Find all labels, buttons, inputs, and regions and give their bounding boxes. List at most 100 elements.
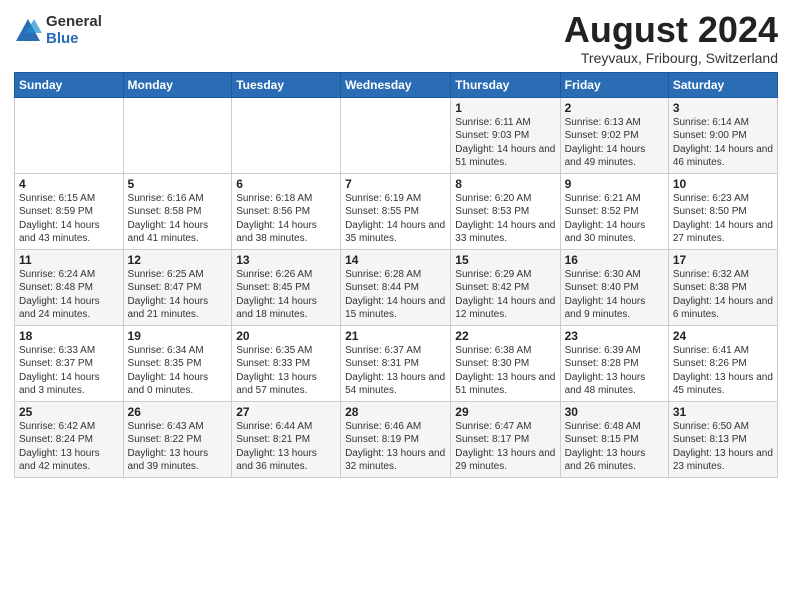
day-number: 24 (673, 329, 773, 343)
logo-general: General (46, 14, 102, 31)
logo: General Blue (14, 14, 102, 47)
header-saturday: Saturday (668, 72, 777, 97)
day-info: Sunrise: 6:43 AMSunset: 8:22 PMDaylight:… (128, 420, 228, 474)
day-number: 29 (455, 405, 555, 419)
table-row: 5Sunrise: 6:16 AMSunset: 8:58 PMDaylight… (123, 173, 232, 249)
table-row: 9Sunrise: 6:21 AMSunset: 8:52 PMDaylight… (560, 173, 668, 249)
day-number: 3 (673, 101, 773, 115)
header-monday: Monday (123, 72, 232, 97)
table-row: 25Sunrise: 6:42 AMSunset: 8:24 PMDayligh… (15, 401, 124, 477)
day-info: Sunrise: 6:32 AMSunset: 8:38 PMDaylight:… (673, 268, 773, 322)
table-row: 27Sunrise: 6:44 AMSunset: 8:21 PMDayligh… (232, 401, 341, 477)
day-number: 23 (565, 329, 664, 343)
day-info: Sunrise: 6:41 AMSunset: 8:26 PMDaylight:… (673, 344, 773, 398)
table-row: 4Sunrise: 6:15 AMSunset: 8:59 PMDaylight… (15, 173, 124, 249)
day-info: Sunrise: 6:20 AMSunset: 8:53 PMDaylight:… (455, 192, 555, 246)
day-info: Sunrise: 6:39 AMSunset: 8:28 PMDaylight:… (565, 344, 664, 398)
day-number: 16 (565, 253, 664, 267)
day-info: Sunrise: 6:18 AMSunset: 8:56 PMDaylight:… (236, 192, 336, 246)
header-wednesday: Wednesday (341, 72, 451, 97)
day-info: Sunrise: 6:13 AMSunset: 9:02 PMDaylight:… (565, 116, 664, 170)
day-number: 14 (345, 253, 446, 267)
table-row: 19Sunrise: 6:34 AMSunset: 8:35 PMDayligh… (123, 325, 232, 401)
calendar-header: Sunday Monday Tuesday Wednesday Thursday… (15, 72, 778, 97)
day-number: 21 (345, 329, 446, 343)
day-info: Sunrise: 6:42 AMSunset: 8:24 PMDaylight:… (19, 420, 119, 474)
day-info: Sunrise: 6:23 AMSunset: 8:50 PMDaylight:… (673, 192, 773, 246)
table-row: 13Sunrise: 6:26 AMSunset: 8:45 PMDayligh… (232, 249, 341, 325)
table-row: 23Sunrise: 6:39 AMSunset: 8:28 PMDayligh… (560, 325, 668, 401)
table-row: 31Sunrise: 6:50 AMSunset: 8:13 PMDayligh… (668, 401, 777, 477)
table-row (15, 97, 124, 173)
day-number: 7 (345, 177, 446, 191)
day-number: 9 (565, 177, 664, 191)
page-container: General Blue August 2024 Treyvaux, Fribo… (0, 0, 792, 486)
day-number: 12 (128, 253, 228, 267)
day-number: 17 (673, 253, 773, 267)
day-number: 11 (19, 253, 119, 267)
day-info: Sunrise: 6:35 AMSunset: 8:33 PMDaylight:… (236, 344, 336, 398)
day-number: 27 (236, 405, 336, 419)
table-row (123, 97, 232, 173)
table-row: 21Sunrise: 6:37 AMSunset: 8:31 PMDayligh… (341, 325, 451, 401)
table-row: 3Sunrise: 6:14 AMSunset: 9:00 PMDaylight… (668, 97, 777, 173)
table-row: 28Sunrise: 6:46 AMSunset: 8:19 PMDayligh… (341, 401, 451, 477)
table-row: 8Sunrise: 6:20 AMSunset: 8:53 PMDaylight… (451, 173, 560, 249)
day-info: Sunrise: 6:19 AMSunset: 8:55 PMDaylight:… (345, 192, 446, 246)
day-number: 28 (345, 405, 446, 419)
day-info: Sunrise: 6:46 AMSunset: 8:19 PMDaylight:… (345, 420, 446, 474)
table-row: 7Sunrise: 6:19 AMSunset: 8:55 PMDaylight… (341, 173, 451, 249)
day-number: 15 (455, 253, 555, 267)
calendar-table: Sunday Monday Tuesday Wednesday Thursday… (14, 72, 778, 478)
day-number: 25 (19, 405, 119, 419)
day-number: 2 (565, 101, 664, 115)
day-info: Sunrise: 6:47 AMSunset: 8:17 PMDaylight:… (455, 420, 555, 474)
day-number: 5 (128, 177, 228, 191)
day-number: 4 (19, 177, 119, 191)
table-row: 22Sunrise: 6:38 AMSunset: 8:30 PMDayligh… (451, 325, 560, 401)
day-info: Sunrise: 6:14 AMSunset: 9:00 PMDaylight:… (673, 116, 773, 170)
day-info: Sunrise: 6:29 AMSunset: 8:42 PMDaylight:… (455, 268, 555, 322)
day-number: 31 (673, 405, 773, 419)
day-info: Sunrise: 6:15 AMSunset: 8:59 PMDaylight:… (19, 192, 119, 246)
header-sunday: Sunday (15, 72, 124, 97)
header-thursday: Thursday (451, 72, 560, 97)
calendar-body: 1Sunrise: 6:11 AMSunset: 9:03 PMDaylight… (15, 97, 778, 477)
day-info: Sunrise: 6:11 AMSunset: 9:03 PMDaylight:… (455, 116, 555, 170)
day-number: 18 (19, 329, 119, 343)
header-friday: Friday (560, 72, 668, 97)
table-row: 17Sunrise: 6:32 AMSunset: 8:38 PMDayligh… (668, 249, 777, 325)
day-number: 22 (455, 329, 555, 343)
day-number: 20 (236, 329, 336, 343)
table-row: 1Sunrise: 6:11 AMSunset: 9:03 PMDaylight… (451, 97, 560, 173)
day-number: 8 (455, 177, 555, 191)
day-info: Sunrise: 6:44 AMSunset: 8:21 PMDaylight:… (236, 420, 336, 474)
day-info: Sunrise: 6:21 AMSunset: 8:52 PMDaylight:… (565, 192, 664, 246)
day-number: 19 (128, 329, 228, 343)
header: General Blue August 2024 Treyvaux, Fribo… (14, 10, 778, 66)
title-block: August 2024 Treyvaux, Fribourg, Switzerl… (564, 10, 778, 66)
table-row: 11Sunrise: 6:24 AMSunset: 8:48 PMDayligh… (15, 249, 124, 325)
day-info: Sunrise: 6:50 AMSunset: 8:13 PMDaylight:… (673, 420, 773, 474)
day-number: 6 (236, 177, 336, 191)
table-row: 26Sunrise: 6:43 AMSunset: 8:22 PMDayligh… (123, 401, 232, 477)
day-info: Sunrise: 6:30 AMSunset: 8:40 PMDaylight:… (565, 268, 664, 322)
day-info: Sunrise: 6:34 AMSunset: 8:35 PMDaylight:… (128, 344, 228, 398)
table-row (341, 97, 451, 173)
table-row: 14Sunrise: 6:28 AMSunset: 8:44 PMDayligh… (341, 249, 451, 325)
day-info: Sunrise: 6:48 AMSunset: 8:15 PMDaylight:… (565, 420, 664, 474)
day-info: Sunrise: 6:38 AMSunset: 8:30 PMDaylight:… (455, 344, 555, 398)
day-info: Sunrise: 6:16 AMSunset: 8:58 PMDaylight:… (128, 192, 228, 246)
logo-text: General Blue (46, 14, 102, 47)
table-row: 30Sunrise: 6:48 AMSunset: 8:15 PMDayligh… (560, 401, 668, 477)
table-row: 15Sunrise: 6:29 AMSunset: 8:42 PMDayligh… (451, 249, 560, 325)
location: Treyvaux, Fribourg, Switzerland (564, 50, 778, 66)
month-title: August 2024 (564, 10, 778, 50)
day-info: Sunrise: 6:37 AMSunset: 8:31 PMDaylight:… (345, 344, 446, 398)
table-row: 12Sunrise: 6:25 AMSunset: 8:47 PMDayligh… (123, 249, 232, 325)
day-number: 30 (565, 405, 664, 419)
day-number: 1 (455, 101, 555, 115)
day-number: 10 (673, 177, 773, 191)
table-row: 29Sunrise: 6:47 AMSunset: 8:17 PMDayligh… (451, 401, 560, 477)
day-number: 13 (236, 253, 336, 267)
